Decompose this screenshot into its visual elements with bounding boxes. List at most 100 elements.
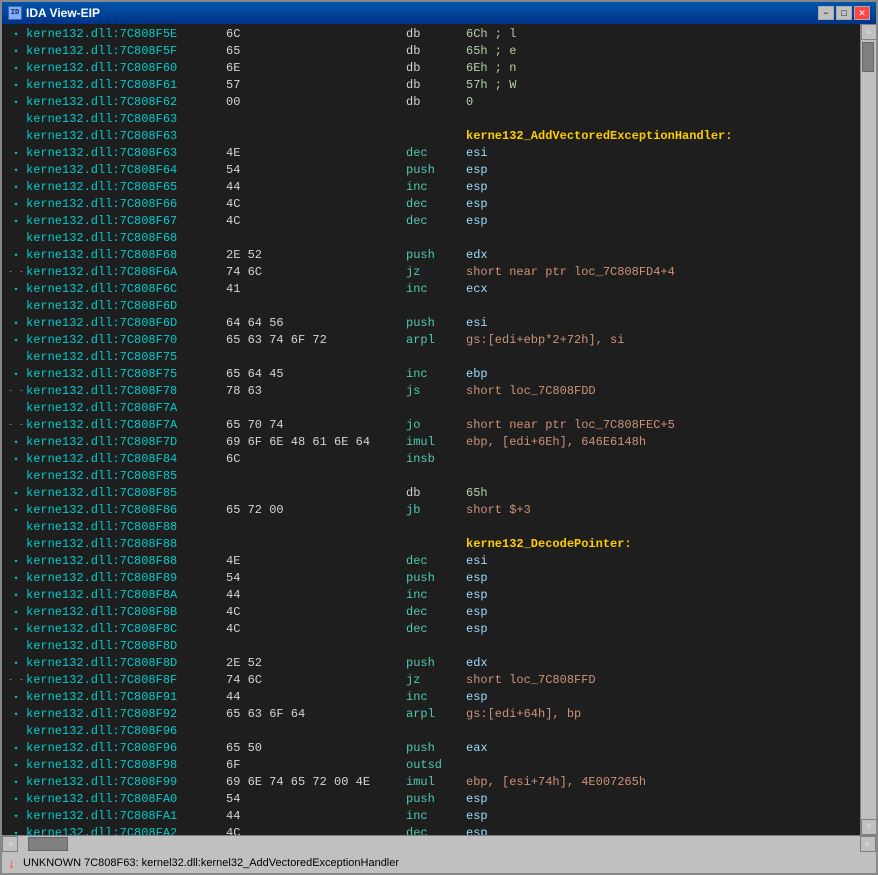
disasm-line[interactable]: kerne132.dll:7C808F6D (2, 298, 860, 315)
disasm-address: kerne132.dll:7C808F63 (26, 128, 226, 145)
disasm-line[interactable]: ✦kerne132.dll:7C808F6C41incecx (2, 281, 860, 298)
disasm-mnemonic: db (406, 60, 466, 77)
disasm-line[interactable]: ✦kerne132.dll:7C808F884Edecesi (2, 553, 860, 570)
disasm-address: kerne132.dll:7C808F92 (26, 706, 226, 723)
disasm-mnemonic: imul (406, 434, 466, 451)
disasm-bytes: 2E 52 (226, 247, 406, 264)
disasm-line[interactable]: ✦kerne132.dll:7C808F8A44incesp (2, 587, 860, 604)
disasm-line[interactable]: ✦kerne132.dll:7C808F634Edecesi (2, 145, 860, 162)
disasm-line[interactable]: kerne132.dll:7C808F63 (2, 111, 860, 128)
disasm-line[interactable]: ✦kerne132.dll:7C808F9265 63 6F 64arplgs:… (2, 706, 860, 723)
line-marker: - - (6, 417, 26, 434)
close-button[interactable]: ✕ (854, 6, 870, 20)
line-marker: ✦ (6, 43, 26, 60)
disasm-bytes: 65 72 00 (226, 502, 406, 519)
minimize-button[interactable]: − (818, 6, 834, 20)
disasm-line[interactable]: ✦kerne132.dll:7C808F9144incesp (2, 689, 860, 706)
disasm-bytes: 65 (226, 43, 406, 60)
disasm-mnemonic: jz (406, 264, 466, 281)
disasm-line[interactable]: kerne132.dll:7C808F8D (2, 638, 860, 655)
disasm-line[interactable]: ✦kerne132.dll:7C808F8B4Cdecesp (2, 604, 860, 621)
disasm-line[interactable]: - -kerne132.dll:7C808F7A65 70 74joshort … (2, 417, 860, 434)
disasm-bytes: 65 63 6F 64 (226, 706, 406, 723)
disasm-line[interactable]: ✦kerne132.dll:7C808F7565 64 45incebp (2, 366, 860, 383)
disasm-line[interactable]: ✦kerne132.dll:7C808FA144incesp (2, 808, 860, 825)
disasm-line[interactable]: ✦kerne132.dll:7C808F5F65db65h ; e (2, 43, 860, 60)
scroll-up-btn[interactable]: ▲ (861, 24, 876, 40)
disasm-line[interactable]: ✦kerne132.dll:7C808F846Cinsb (2, 451, 860, 468)
disasm-operand: short loc_7C808FDD (466, 383, 596, 400)
cyan-dot-icon: ✦ (14, 757, 19, 774)
disasm-line[interactable]: ✦kerne132.dll:7C808F9969 6E 74 65 72 00 … (2, 774, 860, 791)
disasm-bytes: 6C (226, 451, 406, 468)
disasm-address: kerne132.dll:7C808F89 (26, 570, 226, 587)
disasm-line[interactable]: ✦kerne132.dll:7C808F674Cdecesp (2, 213, 860, 230)
disasm-mnemonic: jo (406, 417, 466, 434)
disasm-address: kerne132.dll:7C808F75 (26, 349, 226, 366)
scroll-right-btn[interactable]: ▶ (860, 836, 876, 852)
disasm-line[interactable]: ✦kerne132.dll:7C808F9665 50pusheax (2, 740, 860, 757)
disasm-line[interactable]: - -kerne132.dll:7C808F6A74 6Cjzshort nea… (2, 264, 860, 281)
disasm-line[interactable]: ✦kerne132.dll:7C808F6200db0 (2, 94, 860, 111)
disasm-operand: ebp, [edi+6Eh], 646E6148h (466, 434, 646, 451)
disasm-line[interactable]: ✦kerne132.dll:7C808F6544incesp (2, 179, 860, 196)
disasm-line[interactable]: ✦kerne132.dll:7C808F8C4Cdecesp (2, 621, 860, 638)
disasm-line[interactable]: ✦kerne132.dll:7C808FA24Cdecesp (2, 825, 860, 835)
cyan-dot-icon: ✦ (14, 825, 19, 835)
line-marker: ✦ (6, 485, 26, 502)
cyan-dot-icon: ✦ (14, 281, 19, 298)
disasm-line[interactable]: - -kerne132.dll:7C808F7878 63jsshort loc… (2, 383, 860, 400)
disasm-bytes: 69 6E 74 65 72 00 4E (226, 774, 406, 791)
disasm-address: kerne132.dll:7C808F68 (26, 230, 226, 247)
disasm-bytes: 44 (226, 587, 406, 604)
line-marker: ✦ (6, 825, 26, 835)
disasm-line[interactable]: ✦kerne132.dll:7C808F8665 72 00jbshort $+… (2, 502, 860, 519)
scroll-thumb[interactable] (862, 42, 874, 72)
h-scroll-thumb[interactable] (28, 837, 68, 851)
disasm-line[interactable]: ✦kerne132.dll:7C808F606Edb6Eh ; n (2, 60, 860, 77)
disasm-mnemonic: inc (406, 689, 466, 706)
disasm-line[interactable]: kerne132.dll:7C808F88 (2, 519, 860, 536)
disasm-line[interactable]: ✦kerne132.dll:7C808F85db65h (2, 485, 860, 502)
disasm-line[interactable]: kerne132.dll:7C808F63kerne132_AddVectore… (2, 128, 860, 145)
v-scrollbar[interactable]: ▲ ▼ (860, 24, 876, 835)
disasm-line[interactable]: ✦kerne132.dll:7C808F8D2E 52pushedx (2, 655, 860, 672)
disasm-line[interactable]: ✦kerne132.dll:7C808F7065 63 74 6F 72arpl… (2, 332, 860, 349)
disasm-bytes: 78 63 (226, 383, 406, 400)
disasm-line[interactable]: ✦kerne132.dll:7C808F682E 52pushedx (2, 247, 860, 264)
disasm-address: kerne132.dll:7C808F99 (26, 774, 226, 791)
cyan-dot-icon: ✦ (14, 145, 19, 162)
disasm-line[interactable]: kerne132.dll:7C808F88kerne132_DecodePoin… (2, 536, 860, 553)
line-marker: ✦ (6, 757, 26, 774)
scroll-down-btn[interactable]: ▼ (861, 819, 876, 835)
disasm-mnemonic: outsd (406, 757, 466, 774)
disasm-bytes: 6F (226, 757, 406, 774)
disasm-line[interactable]: kerne132.dll:7C808F96 (2, 723, 860, 740)
disasm-scroll[interactable]: ✦kerne132.dll:7C808F5E6Cdb6Ch ; l✦kerne1… (2, 24, 860, 835)
disasm-address: kerne132.dll:7C808F5E (26, 26, 226, 43)
cyan-dot-icon: ✦ (14, 332, 19, 349)
disasm-line[interactable]: ✦kerne132.dll:7C808F6157db57h ; W (2, 77, 860, 94)
line-marker (6, 230, 26, 247)
scroll-left-btn[interactable]: ◀ (2, 836, 18, 852)
disasm-line[interactable]: kerne132.dll:7C808F75 (2, 349, 860, 366)
disasm-line[interactable]: - -kerne132.dll:7C808F8F74 6Cjzshort loc… (2, 672, 860, 689)
disasm-bytes: 4C (226, 196, 406, 213)
disasm-line[interactable]: kerne132.dll:7C808F7A (2, 400, 860, 417)
cyan-dot-icon: ✦ (14, 570, 19, 587)
disasm-line[interactable]: ✦kerne132.dll:7C808F8954pushesp (2, 570, 860, 587)
disasm-mnemonic: push (406, 655, 466, 672)
disasm-line[interactable]: ✦kerne132.dll:7C808F5E6Cdb6Ch ; l (2, 26, 860, 43)
disasm-line[interactable]: ✦kerne132.dll:7C808F986Foutsd (2, 757, 860, 774)
disasm-line[interactable]: ✦kerne132.dll:7C808F7D69 6F 6E 48 61 6E … (2, 434, 860, 451)
disasm-line[interactable]: kerne132.dll:7C808F68 (2, 230, 860, 247)
maximize-button[interactable]: □ (836, 6, 852, 20)
disasm-mnemonic: db (406, 26, 466, 43)
disasm-line[interactable]: ✦kerne132.dll:7C808FA054pushesp (2, 791, 860, 808)
line-marker: ✦ (6, 740, 26, 757)
dash-line-icon: - - (8, 417, 24, 434)
disasm-line[interactable]: ✦kerne132.dll:7C808F664Cdecesp (2, 196, 860, 213)
disasm-line[interactable]: kerne132.dll:7C808F85 (2, 468, 860, 485)
disasm-line[interactable]: ✦kerne132.dll:7C808F6D64 64 56pushesi (2, 315, 860, 332)
disasm-line[interactable]: ✦kerne132.dll:7C808F6454pushesp (2, 162, 860, 179)
